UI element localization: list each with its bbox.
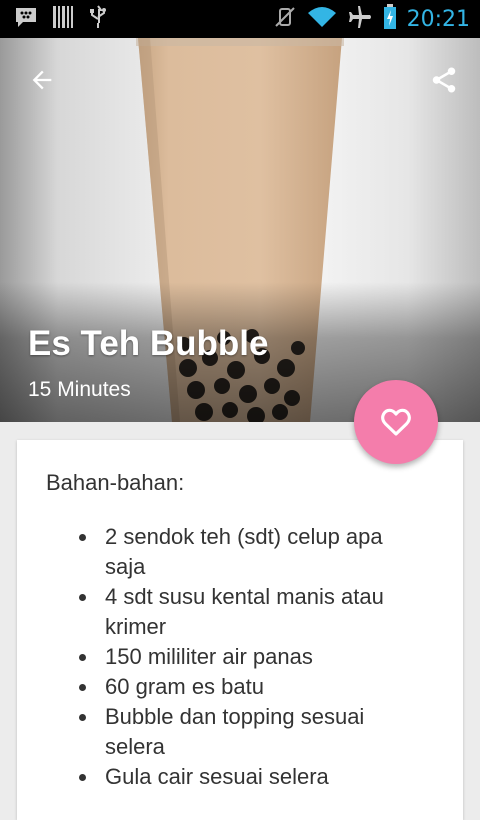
favorite-button[interactable] (354, 380, 438, 464)
ingredient-line: 150 mililiter air panas (105, 644, 313, 669)
status-time: 20:21 (406, 6, 470, 32)
recipe-duration: 15 Minutes (28, 378, 131, 401)
bullet (79, 654, 86, 661)
list-item: 60 gram es batu (46, 672, 426, 702)
bullet (79, 594, 86, 601)
ingredient-line: 60 gram es batu (105, 674, 264, 699)
status-bar-left (14, 5, 108, 33)
ingredients-card: Bahan-bahan: 2 sendok teh (sdt) celup ap… (17, 440, 463, 820)
barcode-icon (52, 5, 74, 33)
bullet (79, 714, 86, 721)
recipe-title: Es Teh Bubble (28, 324, 269, 363)
ingredient-line: saja (105, 554, 146, 579)
list-item: 150 mililiter air panas (46, 642, 426, 672)
back-button[interactable] (18, 56, 66, 104)
bullet (79, 774, 86, 781)
status-bar: 20:21 (0, 0, 480, 38)
share-button[interactable] (420, 56, 468, 104)
wifi-icon (307, 5, 337, 33)
blackberry-messenger-icon (14, 6, 38, 32)
airplane-mode-icon (347, 5, 373, 33)
bullet (79, 534, 86, 541)
ingredient-line: Bubble dan topping sesuai (105, 704, 365, 729)
usb-icon (88, 5, 108, 33)
arrow-back-icon (32, 70, 52, 90)
ingredient-line: 2 sendok teh (sdt) celup apa (105, 524, 383, 549)
list-item: 2 sendok teh (sdt) celup apa saja (46, 522, 426, 582)
ingredients-heading: Bahan-bahan: (46, 470, 185, 495)
ingredient-line: selera (105, 734, 165, 759)
recipe-hero: Es Teh Bubble 15 Minutes (0, 38, 480, 422)
status-bar-right: 20:21 (273, 4, 470, 34)
ingredient-line: krimer (105, 614, 167, 639)
list-item: Gula cair sesuai selera (46, 762, 426, 792)
vibrate-off-icon (273, 5, 297, 33)
ingredient-line: Gula cair sesuai selera (105, 764, 329, 789)
list-item: Bubble dan topping sesuai selera (46, 702, 426, 762)
bullet (79, 684, 86, 691)
ingredient-line: 4 sdt susu kental manis atau (105, 584, 384, 609)
list-item: 4 sdt susu kental manis atau krimer (46, 582, 426, 642)
ingredients-list: 2 sendok teh (sdt) celup apa saja 4 sdt s… (46, 522, 426, 792)
battery-icon (383, 4, 397, 34)
share-icon (432, 67, 456, 93)
heart-outline-icon (381, 408, 411, 436)
